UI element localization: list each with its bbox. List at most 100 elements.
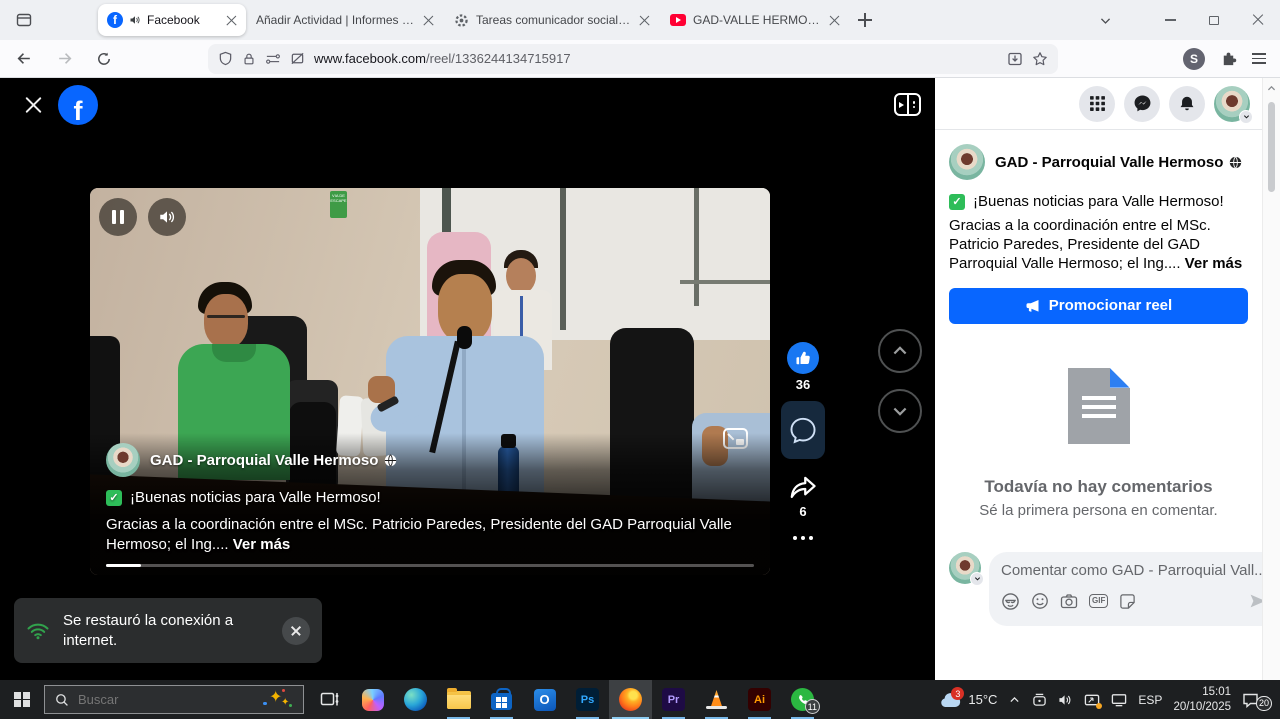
taskbar-icon-vlc[interactable] — [695, 680, 738, 719]
share-button[interactable] — [788, 473, 818, 501]
like-button[interactable] — [787, 342, 819, 374]
previous-reel-button[interactable] — [878, 329, 922, 373]
tab-youtube[interactable]: GAD-VALLE HERMOSO - YouTu — [660, 0, 850, 40]
reel-video[interactable]: VIA DE ESCAPE — [90, 188, 770, 575]
tray-network-icon[interactable] — [1111, 693, 1127, 707]
panel-scrollbar[interactable] — [1262, 78, 1280, 680]
weather-badge: 3 — [951, 687, 964, 700]
taskbar-icon-firefox[interactable] — [609, 680, 652, 719]
taskbar-icon-file-explorer[interactable] — [437, 680, 480, 719]
taskbar-icon-photoshop[interactable]: Ps — [566, 680, 609, 719]
tab-close-icon[interactable] — [423, 15, 434, 26]
tab-facebook[interactable]: f Facebook — [98, 4, 246, 36]
volume-button[interactable] — [148, 198, 186, 236]
new-tab-button[interactable] — [858, 13, 872, 27]
tab-title: Añadir Actividad | Informes Mensua — [256, 13, 416, 27]
emoji-icon[interactable] — [1031, 592, 1049, 610]
see-more-link[interactable]: Ver más — [1185, 255, 1243, 272]
account-avatar[interactable] — [1214, 86, 1250, 122]
camera-icon[interactable] — [1060, 593, 1078, 609]
menu-hamburger-icon[interactable] — [1252, 53, 1266, 64]
extensions-puzzle-icon[interactable] — [1220, 50, 1237, 67]
composer-avatar[interactable] — [949, 552, 981, 584]
bell-icon — [1178, 95, 1196, 113]
clock-widget[interactable]: 15:01 20/10/2025 — [1173, 685, 1231, 715]
window-maximize-button[interactable] — [1192, 0, 1236, 40]
avatar-sticker-icon[interactable] — [1001, 592, 1020, 611]
start-button[interactable] — [0, 680, 44, 719]
taskbar-search[interactable]: ✦✦ — [44, 685, 304, 714]
comment-button[interactable] — [781, 401, 825, 459]
toggle-sidebar-icon[interactable] — [894, 93, 921, 116]
comment-composer: Comentar como GAD - Parroquial Vall... G… — [949, 552, 1248, 626]
pause-button[interactable] — [99, 198, 137, 236]
taskbar-icon-microsoft-store[interactable] — [480, 680, 523, 719]
scrollbar-up-icon[interactable] — [1266, 83, 1277, 94]
permissions-icon[interactable] — [265, 52, 281, 66]
tray-privacy-icon[interactable] — [1032, 693, 1047, 707]
page-name[interactable]: GAD - Parroquial Valle Hermoso — [995, 154, 1242, 171]
sticker-icon[interactable] — [1119, 593, 1136, 610]
search-icon — [55, 693, 69, 707]
tray-chevron-icon[interactable] — [1008, 693, 1021, 706]
progress-bar[interactable] — [106, 564, 754, 567]
scrollbar-thumb[interactable] — [1268, 102, 1275, 192]
forward-button[interactable] — [48, 44, 80, 74]
reload-button[interactable] — [88, 44, 120, 74]
comment-input[interactable]: Comentar como GAD - Parroquial Vall... G… — [989, 552, 1279, 626]
url-bar[interactable]: www.facebook.com/reel/1336244134715917 — [208, 44, 1058, 74]
firefox-view-icon[interactable] — [10, 6, 38, 34]
messenger-button[interactable] — [1124, 86, 1160, 122]
tab-audio-icon[interactable] — [129, 14, 141, 26]
language-indicator[interactable]: ESP — [1138, 693, 1162, 707]
bookmark-star-icon[interactable] — [1032, 51, 1048, 67]
taskbar-icon-whatsapp[interactable]: 11 — [781, 680, 824, 719]
see-more-link[interactable]: Ver más — [233, 536, 291, 553]
tab-tareas[interactable]: Tareas comunicador social GAD — [444, 0, 660, 40]
list-all-tabs-icon[interactable] — [1099, 14, 1112, 27]
search-input[interactable] — [78, 692, 254, 707]
weather-widget[interactable]: 3 15°C — [939, 691, 997, 708]
tab-informes[interactable]: Añadir Actividad | Informes Mensua — [246, 0, 444, 40]
taskbar-icon-premiere[interactable]: Pr — [652, 680, 695, 719]
autoplay-blocked-icon[interactable] — [290, 51, 305, 66]
tab-close-icon[interactable] — [226, 15, 237, 26]
tray-volume-icon[interactable] — [1058, 693, 1073, 707]
tray-cast-icon[interactable] — [1084, 693, 1100, 707]
toast-close-button[interactable] — [282, 617, 310, 645]
window-close-button[interactable] — [1236, 0, 1280, 40]
facebook-favicon: f — [107, 12, 123, 28]
back-button[interactable] — [8, 44, 40, 74]
reel-stage: f VIA DE ESCAPE — [0, 78, 935, 680]
tab-title: Facebook — [147, 13, 220, 27]
composer-chevron-icon[interactable] — [970, 572, 984, 586]
taskbar-icon-illustrator[interactable]: Ai — [738, 680, 781, 719]
account-chevron-icon — [1239, 110, 1253, 124]
page-avatar[interactable] — [949, 144, 985, 180]
action-center-button[interactable]: 20 — [1242, 688, 1272, 712]
facebook-logo[interactable]: f — [58, 85, 98, 125]
save-to-pocket-icon[interactable] — [1007, 51, 1023, 67]
extension-s-icon[interactable]: S — [1183, 48, 1205, 70]
notifications-button[interactable] — [1169, 86, 1205, 122]
tab-close-icon[interactable] — [829, 15, 840, 26]
check-emoji — [106, 490, 122, 506]
taskbar-icon-outlook[interactable]: O — [523, 680, 566, 719]
taskbar-icon-edge[interactable] — [394, 680, 437, 719]
lock-icon[interactable] — [242, 52, 256, 66]
gif-icon[interactable]: GIF — [1089, 594, 1108, 608]
window-minimize-button[interactable] — [1148, 0, 1192, 40]
apps-menu-button[interactable] — [1079, 86, 1115, 122]
page-name[interactable]: GAD - Parroquial Valle Hermoso — [150, 452, 397, 469]
messenger-icon — [1133, 94, 1152, 113]
url-text[interactable]: www.facebook.com/reel/1336244134715917 — [314, 51, 571, 66]
taskbar-icon-task-view[interactable] — [308, 680, 351, 719]
close-reel-icon[interactable] — [24, 96, 43, 115]
next-reel-button[interactable] — [878, 389, 922, 433]
page-avatar[interactable] — [106, 443, 140, 477]
taskbar-icon-copilot[interactable] — [351, 680, 394, 719]
tracking-shield-icon[interactable] — [218, 51, 233, 66]
more-options-icon[interactable] — [793, 536, 813, 540]
promote-reel-button[interactable]: Promocionar reel — [949, 288, 1248, 324]
tab-close-icon[interactable] — [639, 15, 650, 26]
